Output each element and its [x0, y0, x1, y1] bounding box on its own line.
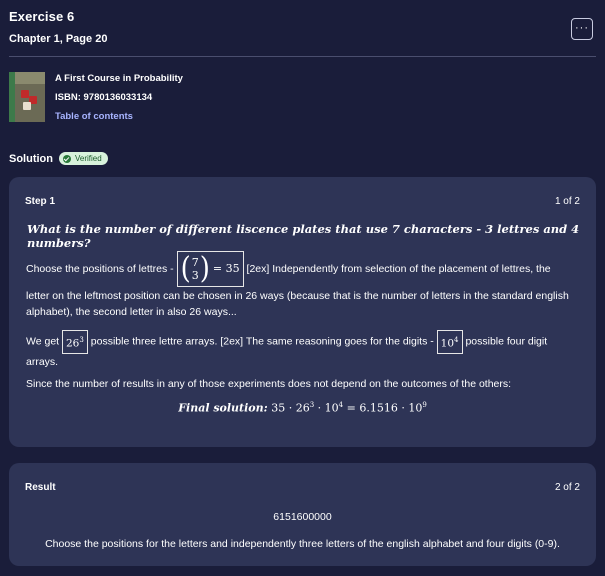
book-isbn: ISBN: 9780136033134 [55, 92, 153, 103]
result-card: Result 2 of 2 6151600000 Choose the posi… [9, 463, 596, 566]
check-icon [63, 154, 71, 163]
step-count: 1 of 2 [554, 196, 580, 207]
step-paragraph-2: We get 263 possible three lettre arrays.… [26, 330, 582, 370]
result-title: Result [25, 482, 56, 493]
p1-prefix: Choose the positions of lettres - [26, 262, 174, 275]
solution-heading: Solution Verified [9, 152, 108, 165]
question-text: What is the number of different liscence… [27, 222, 580, 250]
result-text: Choose the positions for the letters and… [45, 538, 560, 550]
binomial-box: ( 7 3 ) = 35 [176, 251, 244, 287]
step-paragraph-1-cont: letter on the leftmost position can be c… [26, 290, 569, 318]
book-cover-image [9, 72, 45, 122]
step-paragraph-1: Choose the positions of lettres - ( 7 3 … [26, 251, 582, 287]
table-of-contents-link[interactable]: Table of contents [55, 111, 255, 122]
step-1-card: Step 1 1 of 2 What is the number of diff… [9, 177, 596, 447]
page-title: Exercise 6 [9, 9, 75, 24]
p2-prefix: We get [26, 335, 60, 348]
binom-bottom: 3 [191, 269, 199, 282]
chapter-subtitle: Chapter 1, Page 20 [9, 33, 108, 45]
binom-top: 7 [191, 256, 199, 269]
exercise-header: Exercise 6 Chapter 1, Page 20 ··· [9, 9, 596, 45]
step-paragraph-3: Since the number of results in any of th… [26, 378, 512, 390]
step-title: Step 1 [25, 196, 56, 207]
letters-count-box: 263 [62, 330, 88, 354]
final-label: Final solution: [178, 401, 268, 415]
binom-result: = 35 [212, 262, 240, 275]
solution-label: Solution [9, 152, 53, 165]
result-count: 2 of 2 [554, 482, 580, 493]
verified-label: Verified [75, 154, 102, 163]
final-solution: Final solution: 35 · 263 · 104 = 6.1516 … [178, 401, 427, 415]
book-title: A First Course in Probability [55, 73, 183, 84]
result-value: 6151600000 [273, 511, 332, 523]
more-options-button[interactable]: ··· [571, 18, 593, 40]
verified-badge: Verified [59, 152, 108, 165]
p1-suffix: [2ex] Independently from selection of th… [246, 262, 551, 275]
header-divider [9, 56, 596, 57]
p2-mid: possible three lettre arrays. [2ex] The … [90, 335, 434, 348]
digits-count-box: 104 [436, 330, 463, 354]
